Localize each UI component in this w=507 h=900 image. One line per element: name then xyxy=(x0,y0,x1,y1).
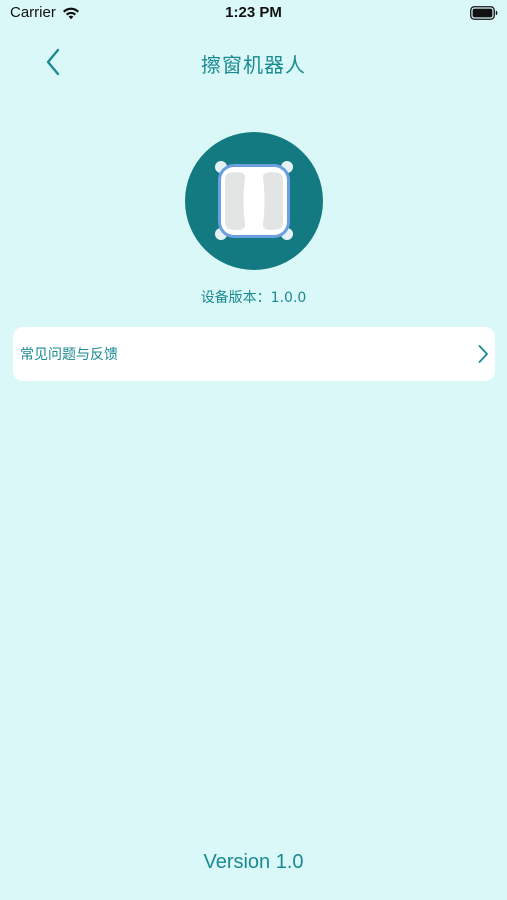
status-bar: Carrier 1:23 PM xyxy=(0,0,507,28)
battery-icon xyxy=(470,6,498,20)
window-cleaning-robot-icon xyxy=(185,132,323,270)
faq-feedback-label: 常见问题与反馈 xyxy=(20,347,118,363)
nav-bar: 擦窗机器人 xyxy=(0,40,507,84)
faq-feedback-item[interactable]: 常见问题与反馈 xyxy=(13,327,495,381)
page-title: 擦窗机器人 xyxy=(201,53,306,77)
device-version-text: 设备版本：1.0.0 xyxy=(200,290,307,306)
chevron-right-icon xyxy=(477,344,489,364)
app-version-label: Version 1.0 xyxy=(203,851,304,873)
status-time: 1:23 PM xyxy=(225,4,282,21)
